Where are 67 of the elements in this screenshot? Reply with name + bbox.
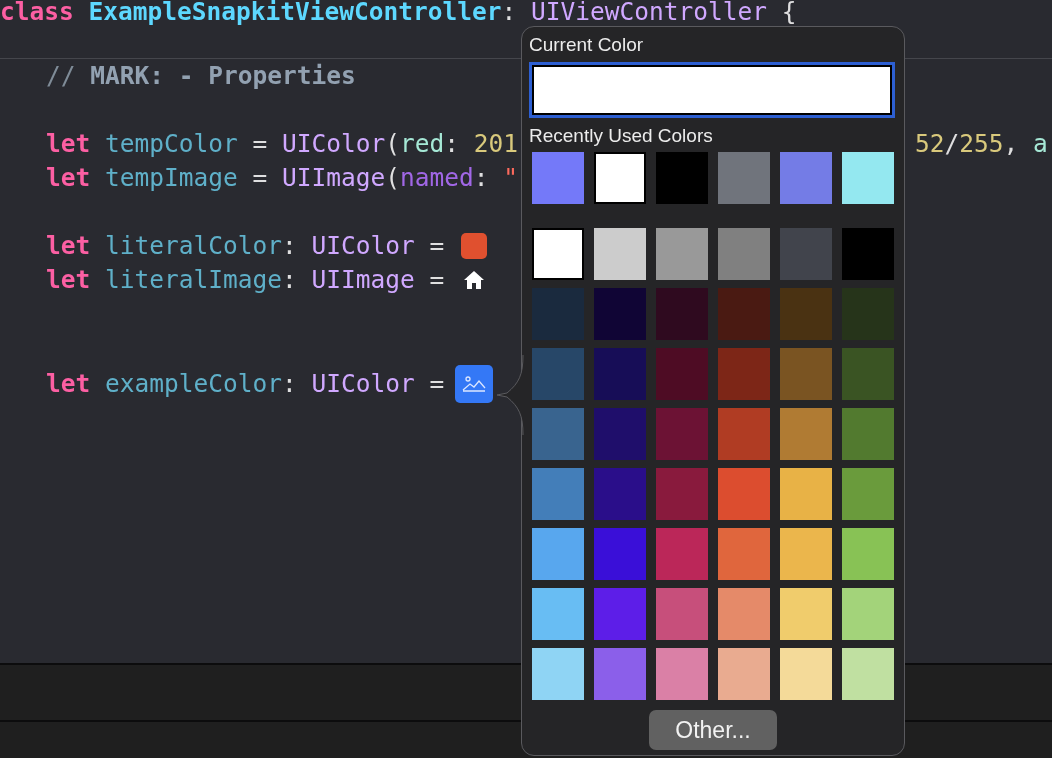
color-swatch[interactable] [656, 528, 708, 580]
color-swatch[interactable] [718, 588, 770, 640]
color-swatch[interactable] [656, 288, 708, 340]
code-line: // MARK: - Properties [46, 60, 356, 92]
code-line: let tempColor = UIColor(red: 201 [46, 128, 519, 160]
color-swatch[interactable] [532, 468, 584, 520]
color-swatch[interactable] [718, 228, 770, 280]
color-swatch[interactable] [532, 588, 584, 640]
color-swatch[interactable] [594, 288, 646, 340]
color-swatch[interactable] [594, 588, 646, 640]
color-swatch[interactable] [594, 648, 646, 700]
code-line: let literalColor: UIColor = [46, 230, 446, 262]
color-swatch[interactable] [842, 648, 894, 700]
color-swatch[interactable] [842, 228, 894, 280]
color-swatch[interactable] [842, 408, 894, 460]
current-color-well[interactable] [529, 62, 895, 118]
code-line: let tempImage = UIImage(named: " [46, 162, 519, 194]
color-swatch[interactable] [780, 228, 832, 280]
color-swatch[interactable] [532, 528, 584, 580]
color-swatch[interactable] [780, 408, 832, 460]
color-swatch[interactable] [718, 152, 770, 204]
color-swatch[interactable] [656, 468, 708, 520]
color-swatch[interactable] [842, 528, 894, 580]
code-line: 52/255, a [915, 129, 1048, 158]
color-swatch[interactable] [594, 468, 646, 520]
color-swatch[interactable] [842, 588, 894, 640]
color-swatch[interactable] [718, 648, 770, 700]
color-swatch[interactable] [780, 528, 832, 580]
code-line: class ExampleSnapkitViewController: UIViewController { [0, 0, 797, 24]
color-swatch[interactable] [656, 408, 708, 460]
color-swatch[interactable] [656, 648, 708, 700]
color-swatch[interactable] [532, 348, 584, 400]
color-swatch[interactable] [842, 348, 894, 400]
color-swatch[interactable] [532, 228, 584, 280]
color-swatch[interactable] [780, 588, 832, 640]
color-swatch[interactable] [656, 348, 708, 400]
color-swatch[interactable] [532, 648, 584, 700]
color-swatch[interactable] [594, 228, 646, 280]
color-swatch[interactable] [718, 468, 770, 520]
color-swatch[interactable] [656, 588, 708, 640]
house-icon[interactable] [463, 270, 486, 290]
color-swatch[interactable] [842, 152, 894, 204]
color-swatch[interactable] [780, 152, 832, 204]
color-swatch[interactable] [718, 408, 770, 460]
color-swatch[interactable] [594, 348, 646, 400]
color-swatch[interactable] [718, 348, 770, 400]
code-line: let literalImage: UIImage = [46, 264, 446, 296]
color-swatch[interactable] [780, 288, 832, 340]
other-button[interactable]: Other... [649, 710, 777, 750]
color-swatch[interactable] [718, 288, 770, 340]
current-color-label: Current Color [529, 33, 645, 57]
color-swatch[interactable] [656, 228, 708, 280]
color-swatch[interactable] [780, 348, 832, 400]
color-swatch[interactable] [842, 468, 894, 520]
color-swatch[interactable] [594, 152, 646, 204]
color-swatch[interactable] [656, 152, 708, 204]
color-swatch[interactable] [780, 648, 832, 700]
color-swatch[interactable] [780, 468, 832, 520]
color-swatch[interactable] [532, 408, 584, 460]
color-swatch[interactable] [718, 528, 770, 580]
color-swatch[interactable] [594, 408, 646, 460]
color-swatch[interactable] [532, 152, 584, 204]
color-swatch[interactable] [594, 528, 646, 580]
image-literal-icon[interactable] [455, 365, 494, 403]
code-line: let exampleColor: UIColor = [46, 368, 446, 400]
color-literal-swatch[interactable] [461, 233, 488, 259]
recent-colors-label: Recently Used Colors [529, 124, 714, 148]
